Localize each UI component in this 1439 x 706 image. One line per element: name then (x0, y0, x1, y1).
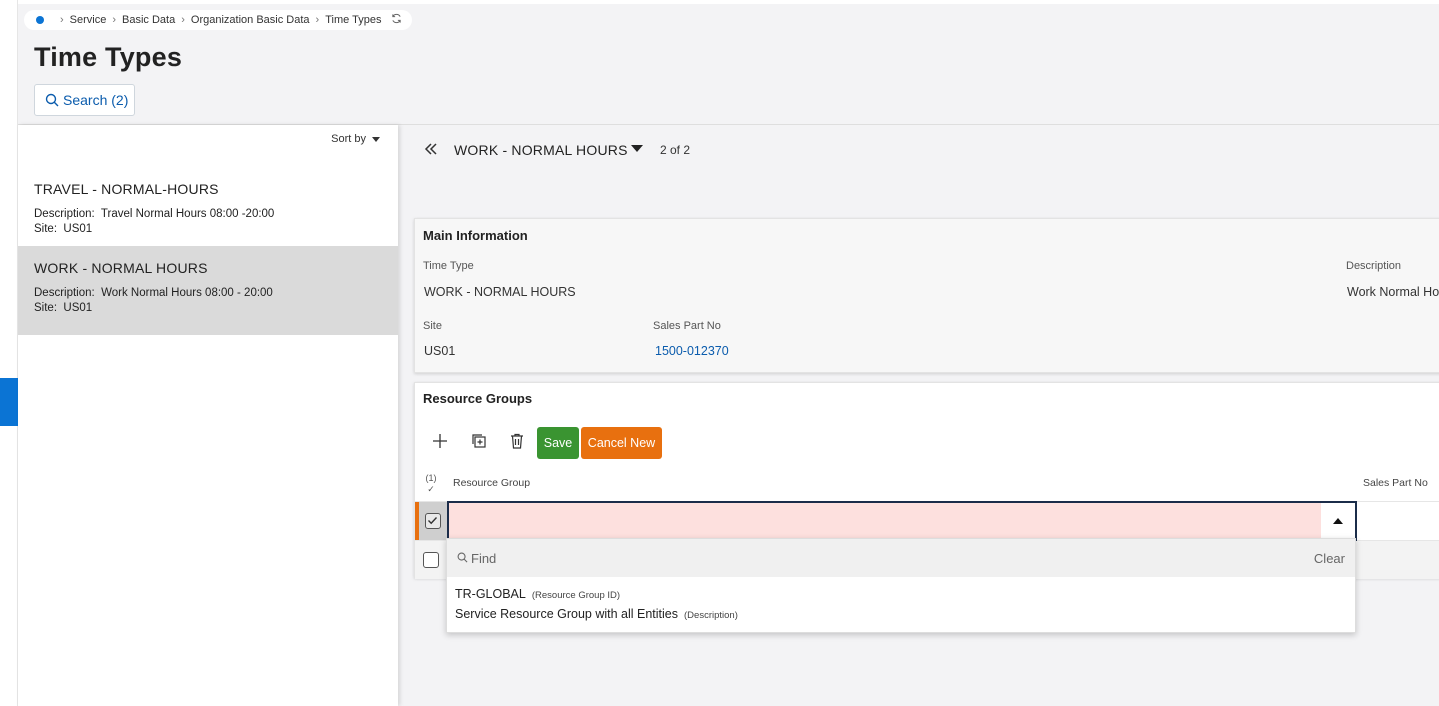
chevron-right-icon: › (60, 14, 64, 26)
record-list-panel: Sort by TRAVEL - NORMAL-HOURS Descriptio… (18, 125, 398, 706)
resource-group-input[interactable] (447, 501, 1357, 541)
search-icon (45, 93, 59, 107)
breadcrumb-item-basic-data[interactable]: Basic Data (122, 14, 175, 26)
check-icon (428, 517, 438, 525)
time-type-value: WORK - NORMAL HOURS (424, 285, 576, 299)
site-label: Site (423, 320, 442, 332)
rail-handle[interactable] (0, 14, 8, 24)
list-item-description: Description: Travel Normal Hours 08:00 -… (34, 208, 275, 220)
column-header-resource-group[interactable]: Resource Group (453, 477, 530, 489)
breadcrumb-item-time-types[interactable]: Time Types (325, 14, 381, 26)
description-label: Description (1346, 260, 1402, 272)
clear-button[interactable]: Clear (1314, 551, 1345, 566)
site-value: US01 (424, 344, 456, 358)
list-item-site: Site: US01 (34, 223, 93, 235)
refresh-icon[interactable] (391, 13, 402, 27)
checkmark-small-icon: ✓ (427, 484, 435, 494)
sales-part-no-label: Sales Part No (653, 320, 721, 332)
caret-up-icon (1333, 518, 1343, 524)
chevron-right-icon: › (112, 14, 117, 26)
column-header-sales-part-no[interactable]: Sales Part No (1363, 477, 1428, 489)
record-title: WORK - NORMAL HOURS (454, 142, 628, 158)
trash-icon[interactable] (510, 433, 524, 454)
list-item-selected[interactable]: WORK - NORMAL HOURS Description: Work No… (18, 246, 398, 335)
find-input[interactable]: Find (471, 551, 496, 566)
resource-group-dropdown: Find Clear TR-GLOBAL (Resource Group ID) … (446, 538, 1356, 633)
add-icon[interactable] (432, 433, 448, 454)
record-count: 2 of 2 (660, 143, 691, 157)
collapse-list-icon[interactable] (424, 140, 438, 161)
resource-groups-title: Resource Groups (423, 391, 533, 406)
row-checkbox[interactable] (423, 552, 439, 568)
main-information-title: Main Information (423, 228, 528, 243)
list-item[interactable]: TRAVEL - NORMAL-HOURS Description: Trave… (18, 167, 398, 256)
record-selector-caret-icon[interactable] (631, 145, 643, 152)
main-information-card: Main Information Time Type WORK - NORMAL… (414, 218, 1439, 373)
row-checkbox-checked[interactable] (425, 513, 441, 529)
sort-by-label: Sort by (331, 133, 366, 145)
top-strip (18, 0, 1439, 4)
row-selector[interactable] (419, 502, 447, 540)
save-button[interactable]: Save (537, 427, 579, 459)
left-rail (0, 0, 18, 706)
list-item-site: Site: US01 (34, 302, 93, 314)
breadcrumb-item-organization-basic-data[interactable]: Organization Basic Data (191, 14, 310, 26)
breadcrumb-item-service[interactable]: Service (70, 14, 107, 26)
description-value: Work Normal Ho (1347, 285, 1439, 299)
dropdown-toggle[interactable] (1321, 503, 1355, 539)
table-row-editing (415, 501, 1439, 541)
chevron-right-icon: › (315, 14, 320, 26)
search-icon (457, 552, 468, 563)
breadcrumb: › Service › Basic Data › Organization Ba… (24, 10, 413, 30)
search-button[interactable]: Search (2) (34, 84, 135, 116)
dropdown-option-id[interactable]: TR-GLOBAL (Resource Group ID) (455, 587, 620, 601)
list-item-description: Description: Work Normal Hours 08:00 - 2… (34, 287, 273, 299)
selected-count: (1) ✓ (425, 473, 437, 494)
caret-down-icon (372, 136, 380, 142)
list-item-title: TRAVEL - NORMAL-HOURS (34, 181, 219, 197)
rail-active-indicator[interactable] (0, 378, 18, 426)
cancel-new-button[interactable]: Cancel New (581, 427, 662, 459)
duplicate-icon[interactable] (471, 433, 487, 454)
dropdown-option-description[interactable]: Service Resource Group with all Entities… (455, 607, 738, 621)
sales-part-no-link[interactable]: 1500-012370 (655, 344, 729, 358)
time-type-label: Time Type (423, 260, 474, 272)
search-button-label: Search (2) (63, 92, 129, 108)
chevron-right-icon: › (181, 14, 185, 26)
list-item-title: WORK - NORMAL HOURS (34, 260, 208, 276)
sort-by-dropdown[interactable]: Sort by (331, 133, 380, 145)
page-title: Time Types (34, 42, 183, 72)
dropdown-find-bar[interactable]: Find Clear (447, 539, 1355, 577)
home-icon[interactable] (36, 16, 44, 24)
